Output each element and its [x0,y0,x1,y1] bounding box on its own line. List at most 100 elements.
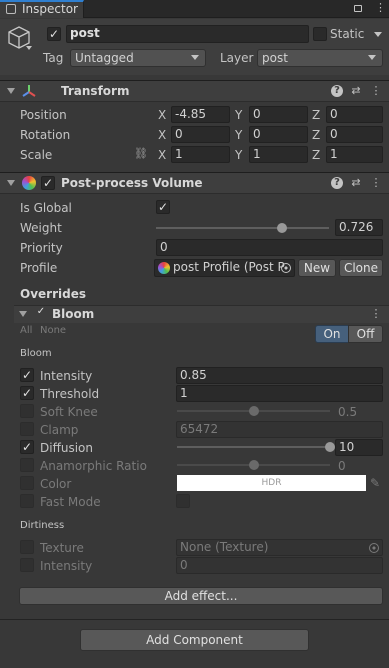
volume-header[interactable]: ✓ Post-process Volume ? ⇄ ⋮ [0,172,389,194]
profile-clone-button[interactable]: Clone [339,259,383,277]
bloom-all-link[interactable]: All [20,324,32,338]
bloom-on-button[interactable]: On [315,325,349,343]
transform-header[interactable]: Transform ? ⇄ ⋮ [0,80,389,102]
rotation-z-axis[interactable]: Z [312,128,320,142]
volume-help-icon[interactable]: ? [331,177,343,189]
bloom-title: Bloom [52,307,95,321]
bloom-enabled-checkbox[interactable]: ✓ [35,307,47,319]
weight-field[interactable]: 0.726 [335,219,383,236]
threshold-label: Threshold [40,387,100,401]
clamp-field: 65472 [176,421,383,438]
intensity-field[interactable]: 0.85 [176,367,383,384]
profile-label: Profile [20,261,58,275]
scale-x-axis[interactable]: X [158,148,166,162]
rotation-label: Rotation [20,128,71,142]
weight-label: Weight [20,221,62,235]
gameobject-name-field[interactable]: post [66,25,309,43]
scale-z-field[interactable]: 1 [326,146,383,163]
profile-new-button[interactable]: New [298,259,336,277]
rotation-x-field[interactable]: 0 [171,126,230,143]
priority-field[interactable]: 0 [156,239,383,256]
rotation-z-field[interactable]: 0 [326,126,383,143]
color-hdr-label: HDR [261,478,282,488]
tag-dropdown[interactable]: Untagged [70,49,206,67]
transform-title: Transform [61,84,130,98]
diffusion-slider-track[interactable] [177,446,330,448]
bloom-off-button[interactable]: Off [348,325,383,343]
diffusion-slider-thumb[interactable] [325,442,335,452]
active-checkbox[interactable]: ✓ [47,27,61,41]
diffusion-label: Diffusion [40,441,93,455]
profile-asset-icon [158,262,170,274]
layer-value: post [262,51,288,65]
position-z-field[interactable]: 0 [326,106,383,123]
weight-slider-thumb[interactable] [276,223,287,233]
bloom-header[interactable]: ✓ Bloom ⋮ [14,305,389,323]
rotation-x-axis[interactable]: X [158,128,166,142]
threshold-field[interactable]: 1 [176,385,383,402]
fast-mode-checkbox [176,494,190,508]
soft-knee-override-checkbox[interactable] [20,404,34,418]
is-global-checkbox[interactable]: ✓ [156,200,170,214]
clamp-override-checkbox[interactable] [20,422,34,436]
texture-value: None (Texture) [180,540,269,554]
bloom-menu-icon[interactable]: ⋮ [370,308,382,320]
volume-enabled-checkbox[interactable]: ✓ [41,176,55,190]
position-x-axis[interactable]: X [158,108,166,122]
static-checkbox[interactable] [313,27,327,41]
layer-dropdown[interactable]: post [257,49,383,67]
volume-title: Post-process Volume [61,176,203,190]
static-dropdown-arrow-icon[interactable] [374,32,382,37]
texture-label: Texture [40,541,84,555]
diffusion-override-checkbox[interactable]: ✓ [20,440,34,454]
anamorphic-slider-thumb [248,460,259,470]
volume-preset-icon[interactable]: ⇄ [350,177,362,189]
scale-label: Scale [20,148,53,162]
eyedropper-icon: ✎ [370,476,381,490]
rotation-y-axis[interactable]: Y [235,128,242,142]
diffusion-field[interactable]: 10 [335,439,383,456]
dirt-intensity-label: Intensity [40,559,93,573]
icon-dropdown-arrow-icon[interactable] [26,46,32,50]
constrain-proportions-icon[interactable]: ⛓ [134,147,148,161]
add-component-button[interactable]: Add Component [80,629,309,651]
texture-override-checkbox[interactable] [20,540,34,554]
weight-slider-track[interactable] [156,227,329,229]
transform-preset-icon[interactable]: ⇄ [350,85,362,97]
anamorphic-label: Anamorphic Ratio [40,459,147,473]
dirtiness-section-label: Dirtiness [20,520,65,531]
position-label: Position [20,108,67,122]
fast-mode-override-checkbox[interactable] [20,494,34,508]
threshold-override-checkbox[interactable]: ✓ [20,386,34,400]
tab-menu-icon[interactable]: ⋮ [375,2,386,14]
overrides-label: Overrides [20,287,86,301]
scale-x-field[interactable]: 1 [171,146,230,163]
position-y-axis[interactable]: Y [235,108,242,122]
position-y-field[interactable]: 0 [249,106,308,123]
color-label: Color [40,477,72,491]
texture-picker-icon [369,543,379,553]
inspector-tab-label: Inspector [22,2,78,16]
soft-knee-label: Soft Knee [40,405,98,419]
transform-help-icon[interactable]: ? [331,85,343,97]
position-z-axis[interactable]: Z [312,108,320,122]
dirt-intensity-override-checkbox[interactable] [20,558,34,572]
color-override-checkbox[interactable] [20,476,34,490]
scale-y-field[interactable]: 1 [249,146,308,163]
position-x-field[interactable]: -4.85 [171,106,230,123]
profile-picker-icon[interactable] [281,263,291,273]
lock-icon[interactable] [354,5,362,12]
bloom-none-link[interactable]: None [40,324,66,338]
rotation-y-field[interactable]: 0 [249,126,308,143]
scale-z-axis[interactable]: Z [312,148,320,162]
inspector-tab[interactable]: Inspector [0,0,84,18]
intensity-override-checkbox[interactable]: ✓ [20,368,34,382]
transform-menu-icon[interactable]: ⋮ [370,85,382,97]
scale-y-axis[interactable]: Y [235,148,242,162]
profile-field[interactable]: post Profile (Post P [154,259,295,277]
volume-menu-icon[interactable]: ⋮ [370,177,382,189]
color-swatch: HDR [177,475,366,491]
anamorphic-override-checkbox[interactable] [20,458,34,472]
layer-dropdown-arrow-icon [368,55,376,60]
add-effect-button[interactable]: Add effect... [19,587,383,605]
